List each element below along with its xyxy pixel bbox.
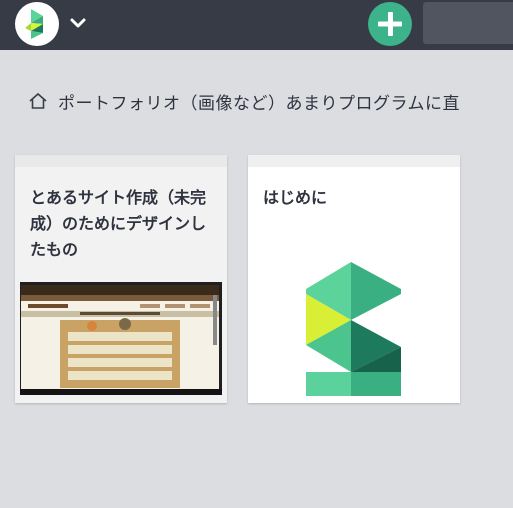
app-logo-button[interactable] (15, 2, 59, 46)
plus-icon (378, 12, 402, 36)
search-box[interactable] (423, 2, 513, 44)
top-bar (0, 0, 513, 50)
card-thumbnail[interactable] (20, 282, 222, 395)
card-title[interactable]: はじめに (263, 185, 448, 211)
home-icon[interactable] (28, 91, 48, 111)
card-header-strip (15, 155, 227, 167)
card-portfolio[interactable]: とあるサイト作成（未完成）のためにデザインしたもの (15, 155, 227, 403)
app-logo-icon (25, 9, 43, 39)
card-introduction[interactable]: はじめに (248, 155, 460, 403)
app-logo-icon[interactable] (303, 259, 405, 399)
breadcrumb: ポートフォリオ（画像など）あまりプログラムに直 (28, 89, 460, 114)
card-title[interactable]: とあるサイト作成（未完成）のためにデザインしたもの (30, 185, 215, 263)
chevron-down-icon[interactable] (67, 13, 89, 33)
add-button[interactable] (368, 2, 412, 46)
card-header-strip (248, 155, 460, 167)
breadcrumb-title[interactable]: ポートフォリオ（画像など）あまりプログラムに直 (58, 89, 460, 114)
